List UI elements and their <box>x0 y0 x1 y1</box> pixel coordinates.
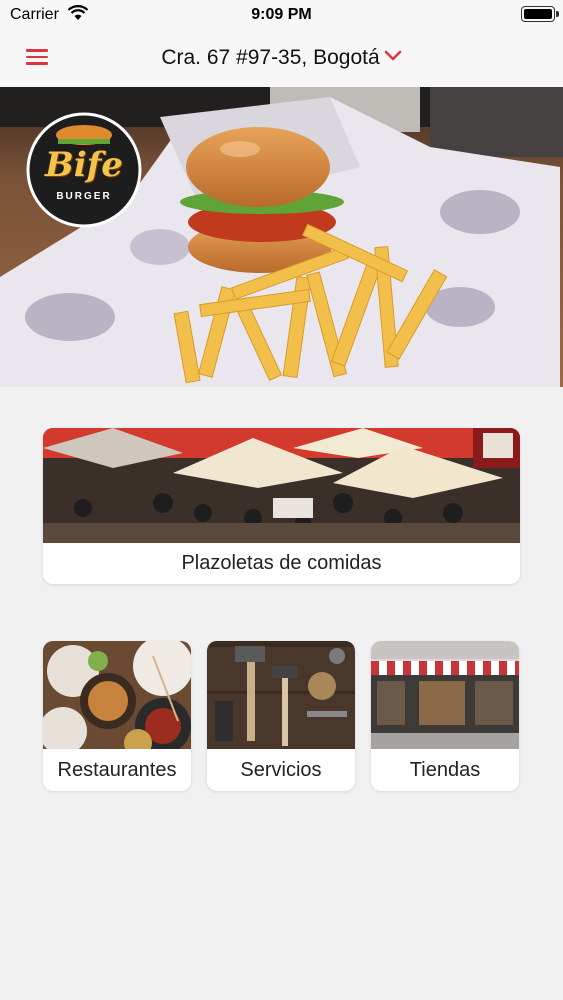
category-label: Tiendas <box>409 759 481 781</box>
burger-photo <box>0 87 563 387</box>
category-label: Servicios <box>240 759 322 781</box>
address-selector[interactable]: Cra. 67 #97-35, Bogotá <box>0 46 563 70</box>
address-label: Cra. 67 #97-35, Bogotá <box>161 46 380 69</box>
status-bar: Carrier 9:09 PM <box>0 0 563 30</box>
category-label: Plazoletas de comidas <box>181 552 382 574</box>
category-card-tiendas[interactable]: Tiendas <box>371 641 519 791</box>
category-card-servicios[interactable]: Servicios <box>207 641 355 791</box>
clock: 9:09 PM <box>251 6 312 23</box>
logo-subtext: BURGER <box>56 191 112 202</box>
restaurant-image <box>43 641 191 749</box>
hero-banner[interactable]: Bife BURGER <box>0 87 563 387</box>
battery-icon <box>521 6 559 22</box>
logo-text: Bife <box>45 145 123 185</box>
category-label: Restaurantes <box>57 759 177 781</box>
tools-image <box>207 641 355 749</box>
food-court-image <box>43 428 520 543</box>
category-card-restaurantes[interactable]: Restaurantes <box>43 641 191 791</box>
category-card-plazoletas[interactable]: Plazoletas de comidas <box>43 428 520 584</box>
chevron-down-icon <box>384 48 402 66</box>
nav-bar: Cra. 67 #97-35, Bogotá <box>0 30 563 87</box>
storefront-image <box>371 641 519 749</box>
